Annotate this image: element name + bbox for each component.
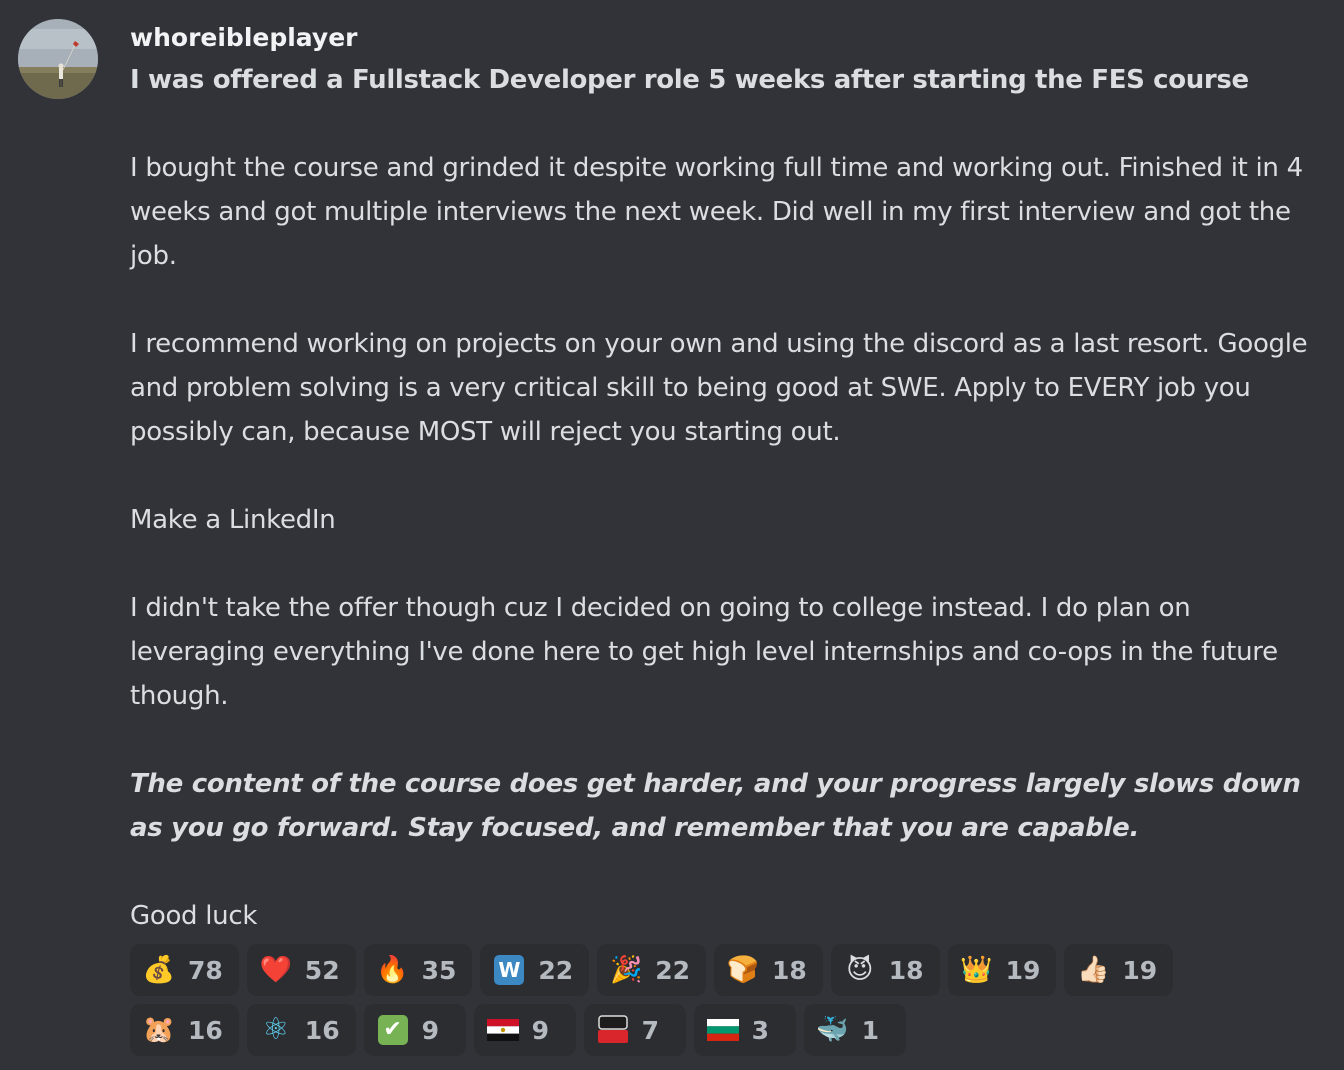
reaction-count: 9	[421, 1015, 439, 1045]
reaction-hamster[interactable]: 🐹 16	[130, 1004, 239, 1056]
reaction-count: 19	[1005, 955, 1041, 985]
reaction-w[interactable]: W 22	[480, 944, 590, 996]
crown-icon: 👑	[960, 955, 993, 985]
reaction-count: 22	[538, 955, 574, 985]
fire-icon: 🔥	[376, 955, 409, 985]
sunglasses-hamster-icon: 🐹	[142, 1015, 176, 1045]
reaction-count: 22	[655, 955, 690, 985]
reaction-count: 16	[188, 1015, 223, 1045]
reaction-bulgaria-flag[interactable]: 3	[693, 1004, 796, 1056]
whale-icon: 🐳	[816, 1015, 849, 1045]
reaction-thumbs-up[interactable]: 👍🏻 19	[1064, 944, 1174, 996]
reaction-check[interactable]: ✔ 9	[363, 1004, 466, 1056]
reaction-whale[interactable]: 🐳 1	[803, 1004, 906, 1056]
reaction-count: 16	[304, 1015, 340, 1045]
reaction-count: 78	[188, 955, 223, 985]
money-bag-icon: 💰	[142, 955, 176, 985]
emphasis-paragraph: The content of the course does get harde…	[130, 769, 1301, 843]
bulgaria-flag-icon	[706, 1019, 739, 1041]
bread-icon: 🍞	[726, 955, 760, 985]
reaction-count: 35	[421, 955, 457, 985]
reaction-count: 7	[641, 1015, 659, 1045]
paragraph-4: I didn't take the offer though cuz I dec…	[130, 593, 1278, 711]
check-mark-icon-wrap: ✔	[376, 1013, 410, 1047]
paragraph-1: I bought the course and grinded it despi…	[130, 153, 1303, 271]
thumbs-up-icon: 👍🏻	[1077, 955, 1110, 985]
reaction-crown[interactable]: 👑 19	[947, 944, 1057, 996]
reaction-heart[interactable]: ❤️ 52	[246, 944, 356, 996]
reaction-thanos[interactable]: 😈 18	[830, 944, 940, 996]
bulgaria-flag-icon-wrap	[706, 1013, 740, 1047]
paragraph-2: I recommend working on projects on your …	[130, 329, 1308, 447]
heart-icon: ❤️	[259, 955, 292, 985]
reaction-bread[interactable]: 🍞 18	[713, 944, 823, 996]
reactions-bar: 💰 78 ❤️ 52 🔥 35 W 22 🎉 22 �	[130, 944, 1250, 1064]
reaction-count: 18	[771, 955, 807, 985]
username[interactable]: whoreibleplayer	[130, 18, 1310, 58]
avatar[interactable]	[18, 19, 98, 99]
closing-text: Good luck	[130, 901, 258, 931]
reaction-count: 52	[304, 955, 340, 985]
reaction-fire[interactable]: 🔥 35	[363, 944, 473, 996]
thanos-icon: 😈	[846, 955, 874, 985]
avatar-photo	[18, 19, 98, 99]
reaction-react[interactable]: ⚛ 16	[246, 1004, 356, 1056]
reaction-count: 9	[531, 1015, 549, 1045]
reaction-egypt-flag[interactable]: 9	[473, 1004, 576, 1056]
reaction-count: 1	[861, 1015, 879, 1045]
message-content: whoreibleplayer I was offered a Fullstac…	[130, 18, 1310, 938]
reaction-party-popper[interactable]: 🎉 22	[597, 944, 706, 996]
reactions-row-1: 💰 78 ❤️ 52 🔥 35 W 22 🎉 22 �	[130, 944, 1250, 996]
post-title: I was offered a Fullstack Developer role…	[130, 65, 1249, 95]
reaction-count: 18	[888, 955, 924, 985]
mr-hype-icon-wrap	[596, 1013, 630, 1047]
paragraph-3: Make a LinkedIn	[130, 505, 336, 535]
reaction-count: 19	[1122, 955, 1158, 985]
egypt-flag-icon	[486, 1019, 519, 1041]
party-popper-icon: 🎉	[610, 955, 643, 985]
egypt-flag-icon-wrap	[486, 1013, 520, 1047]
reaction-mr-hype[interactable]: 7	[583, 1004, 686, 1056]
reaction-money-bag[interactable]: 💰 78	[130, 944, 239, 996]
w-letter-icon: W	[494, 955, 525, 985]
chat-message: whoreibleplayer I was offered a Fullstac…	[0, 0, 1344, 1070]
mr-hype-icon	[597, 1015, 628, 1043]
reaction-count: 3	[751, 1015, 769, 1045]
check-mark-icon: ✔	[377, 1015, 408, 1045]
reactions-row-2: 🐹 16 ⚛ 16 ✔ 9 9 7 3 🐳 1	[130, 1004, 1250, 1056]
react-logo-icon: ⚛	[262, 1012, 290, 1047]
w-letter-icon-wrap: W	[492, 953, 526, 987]
